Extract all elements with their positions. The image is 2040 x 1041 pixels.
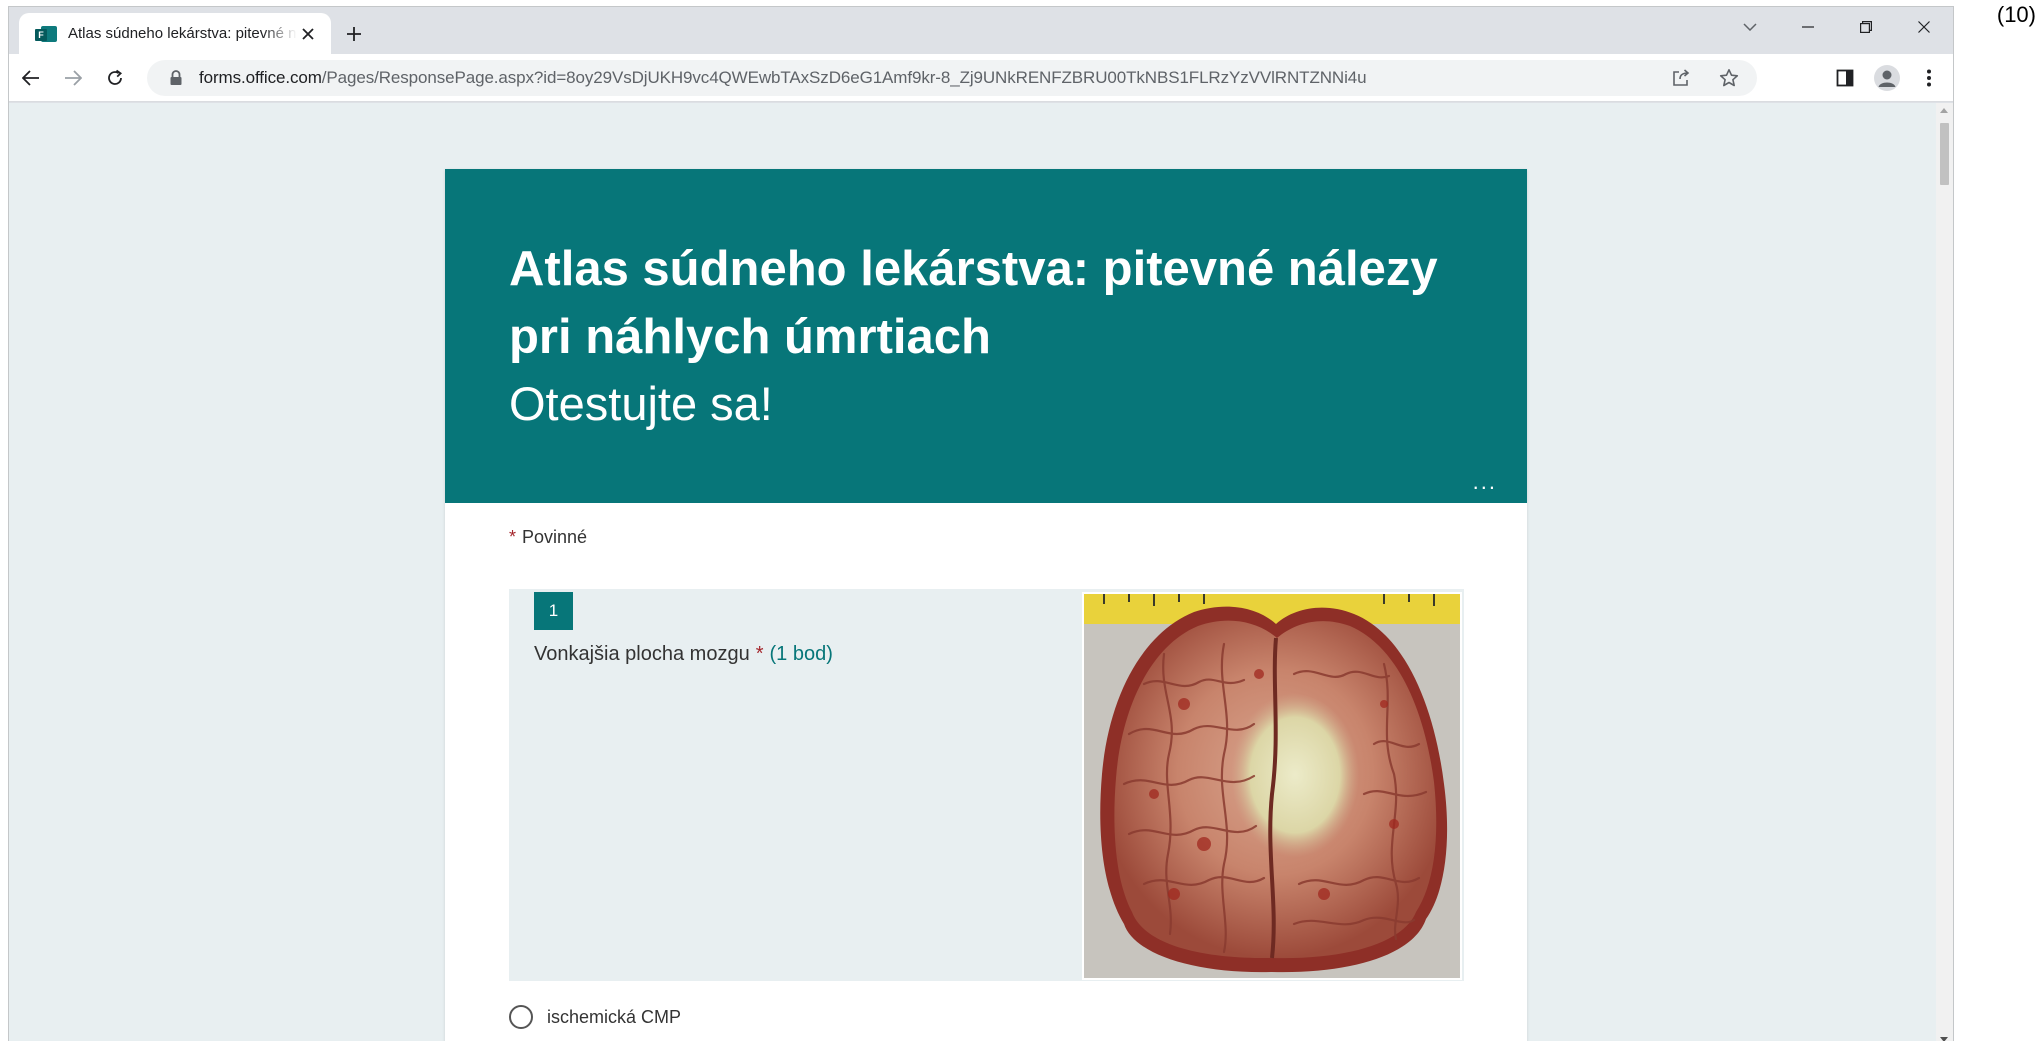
required-asterisk: *: [509, 527, 517, 547]
browser-toolbar: forms.office.com/Pages/ResponsePage.aspx…: [9, 54, 1953, 102]
omnibox-actions: [1663, 60, 1747, 96]
required-label: Povinné: [522, 527, 588, 547]
url-path: /Pages/ResponsePage.aspx?id=8oy29VsDjUKH…: [321, 68, 1367, 87]
browser-tab[interactable]: F Atlas súdneho lekárstva: pitevné nález…: [19, 13, 331, 54]
forward-icon[interactable]: [53, 58, 93, 98]
scroll-thumb[interactable]: [1940, 123, 1949, 185]
tab-search-icon[interactable]: [1721, 7, 1779, 47]
vertical-scrollbar[interactable]: [1936, 103, 1953, 1041]
form-title: Atlas súdneho lekárstva: pitevné nálezy …: [509, 242, 1438, 364]
answer-option[interactable]: ischemická CMP: [509, 1005, 681, 1029]
bookmark-star-icon[interactable]: [1711, 60, 1747, 96]
page-viewport: Atlas súdneho lekárstva: pitevné nálezy …: [9, 103, 1953, 1041]
avatar: [1874, 65, 1900, 91]
form-subtitle: Otestujte sa!: [509, 377, 773, 430]
brain-photo: [1082, 592, 1462, 980]
question-block: 1 Vonkajšia plocha mozgu * (1 bod): [509, 589, 1464, 981]
radio-button[interactable]: [509, 1005, 533, 1029]
question-number: 1: [534, 592, 573, 630]
option-label: ischemická CMP: [547, 1006, 682, 1027]
more-options-button[interactable]: ...: [1473, 469, 1497, 495]
close-window-icon[interactable]: [1895, 7, 1953, 47]
profile-icon[interactable]: [1869, 60, 1905, 96]
forms-favicon-icon: F: [35, 24, 57, 44]
form-card: Atlas súdneho lekárstva: pitevné nálezy …: [445, 169, 1527, 1041]
reload-icon[interactable]: [95, 58, 135, 98]
side-panel-icon[interactable]: [1827, 60, 1863, 96]
share-icon[interactable]: [1663, 60, 1699, 96]
back-icon[interactable]: [11, 58, 51, 98]
address-bar[interactable]: forms.office.com/Pages/ResponsePage.aspx…: [147, 60, 1757, 96]
browser-window: F Atlas súdneho lekárstva: pitevné nález…: [8, 6, 1954, 1041]
question-points: (1 bod): [769, 643, 833, 665]
tab-strip: F Atlas súdneho lekárstva: pitevné nález…: [9, 7, 1953, 54]
required-note: * Povinné: [509, 527, 587, 548]
form-header: Atlas súdneho lekárstva: pitevné nálezy …: [445, 169, 1527, 503]
question-label: Vonkajšia plocha mozgu: [534, 643, 750, 665]
figure-label: (10): [1996, 2, 2036, 27]
question-required-asterisk: *: [755, 643, 764, 665]
question-text: Vonkajšia plocha mozgu * (1 bod): [534, 643, 833, 666]
url-text[interactable]: forms.office.com/Pages/ResponsePage.aspx…: [199, 68, 1367, 88]
toolbar-right: [1827, 58, 1947, 98]
restore-icon[interactable]: [1837, 7, 1895, 47]
minimize-icon[interactable]: [1779, 7, 1837, 47]
scroll-down-arrow-icon[interactable]: [1940, 1037, 1948, 1041]
lock-icon[interactable]: [169, 70, 183, 86]
new-tab-icon[interactable]: [341, 21, 367, 47]
window-controls: [1721, 7, 1953, 47]
url-domain: forms.office.com: [199, 68, 322, 87]
scroll-up-arrow-icon[interactable]: [1940, 108, 1948, 113]
close-tab-icon[interactable]: [297, 23, 319, 45]
tab-title: Atlas súdneho lekárstva: pitevné nálezy …: [68, 25, 297, 42]
menu-kebab-icon[interactable]: [1911, 60, 1947, 96]
